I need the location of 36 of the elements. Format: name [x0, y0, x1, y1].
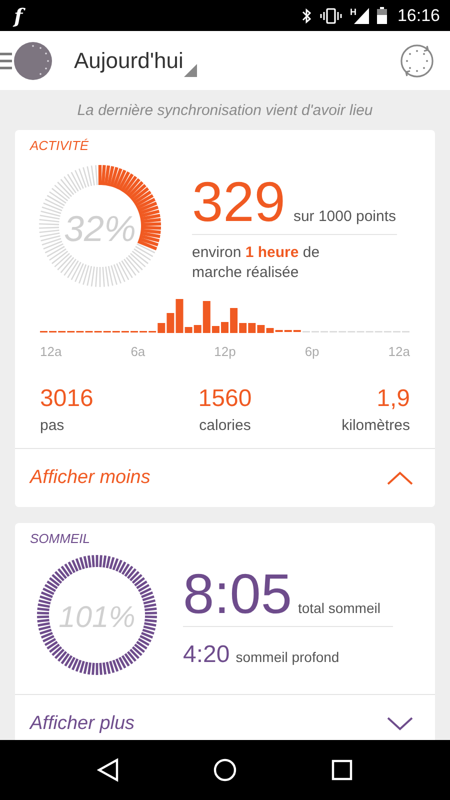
stat-value: 1560 [198, 386, 252, 412]
bluetooth-icon [302, 8, 312, 24]
signal-icon [354, 8, 370, 24]
card-title: ACTIVITÉ [28, 137, 90, 155]
sync-icon[interactable] [398, 42, 436, 80]
stat-label: pas [40, 417, 64, 434]
deep-sleep-value: 4:20 [183, 641, 230, 670]
total-sleep-value: 8:05 [183, 566, 292, 622]
stat-value: 1,9 [376, 386, 410, 412]
card-title: SOMMEIL [29, 530, 91, 548]
recents-icon[interactable] [331, 759, 353, 781]
stat-label: calories [199, 417, 251, 434]
stat-value: 3016 [40, 386, 94, 412]
axis-label: 12a [388, 344, 410, 359]
axis-label: 6a [130, 344, 146, 359]
network-type-label: H [350, 8, 356, 16]
notification-app-icon: f [14, 6, 23, 26]
home-icon[interactable] [213, 758, 237, 782]
device-icon [14, 42, 52, 80]
battery-icon [377, 7, 388, 24]
sync-status-text: La dernière synchronisation vient d'avoir lieu [77, 102, 373, 118]
axis-label: 12p [214, 344, 236, 359]
clock-time: 16:16 [397, 6, 440, 26]
total-sleep-caption: total sommeil [298, 600, 380, 616]
points-caption: sur 1000 points [293, 208, 396, 225]
date-dropdown[interactable]: Aujourd'hui [74, 40, 198, 80]
axis-label: 6p [304, 344, 320, 359]
dropdown-triangle-icon [184, 64, 198, 76]
stat-label: kilomètres [342, 417, 410, 434]
menu-icon[interactable] [0, 52, 12, 70]
back-icon[interactable] [97, 758, 119, 782]
walk-summary: environ 1 heure de marche réalisée [192, 243, 321, 283]
axis-label: 12a [40, 344, 62, 359]
vibrate-icon [320, 8, 342, 24]
deep-sleep-caption: sommeil profond [236, 649, 340, 666]
points-value: 329 [192, 174, 286, 230]
